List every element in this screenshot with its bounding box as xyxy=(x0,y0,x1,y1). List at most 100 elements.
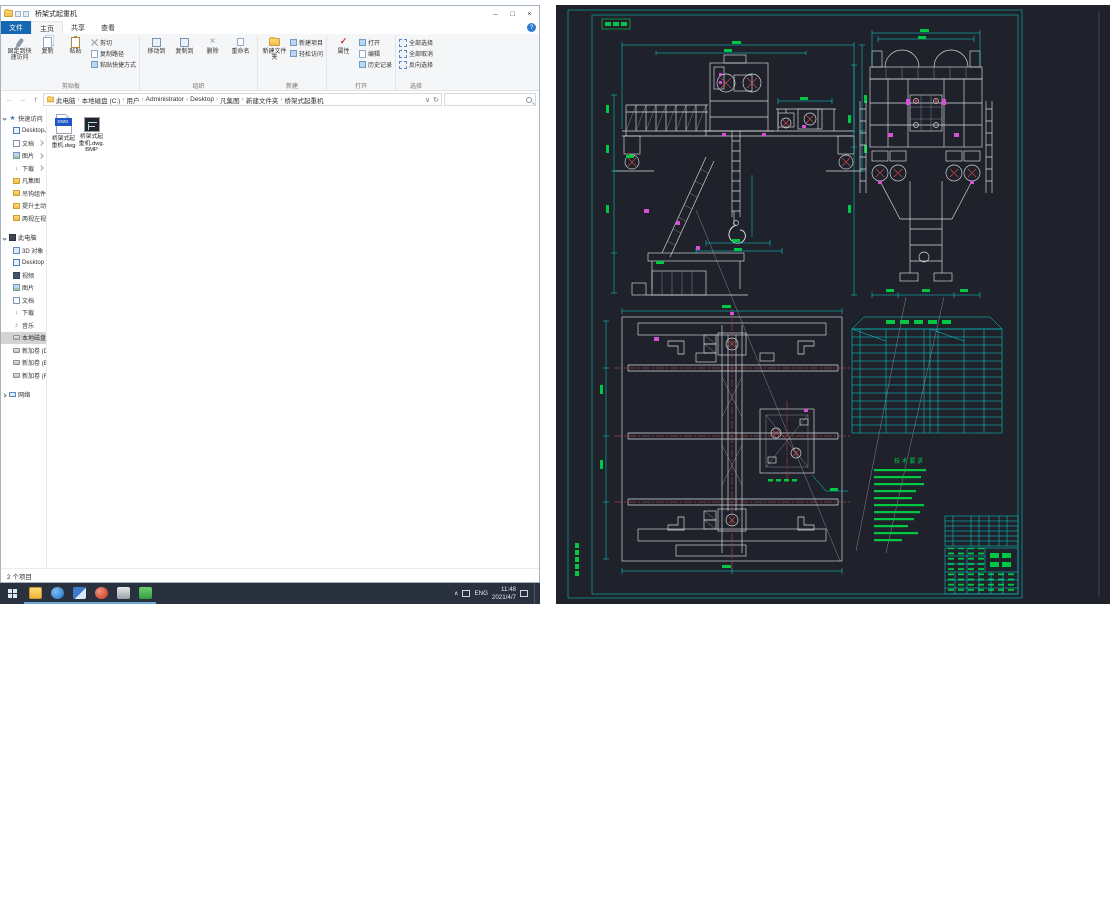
group-label-select: 选择 xyxy=(410,84,423,90)
sidebar-item-desktop[interactable]: Desktop xyxy=(1,125,46,138)
sidebar-item-desktop[interactable]: Desktop xyxy=(1,257,46,270)
delete-button[interactable]: × 删除 xyxy=(199,35,226,55)
chevron-down-icon[interactable] xyxy=(2,235,7,241)
disk-icon xyxy=(13,360,20,366)
group-label-clipboard: 剪贴板 xyxy=(62,84,81,90)
breadcrumb[interactable]: 此电脑 › 本地磁盘 (C:) › 用户 › Administrator › D… xyxy=(43,93,442,106)
help-icon[interactable]: ? xyxy=(527,23,536,32)
sidebar-item-folder[interactable]: 提升主动模图 xyxy=(1,200,46,213)
breadcrumb-item[interactable]: 桥架式起重机 xyxy=(284,95,325,105)
forward-button[interactable]: → xyxy=(17,94,28,105)
new-item-button[interactable]: 新建项目 xyxy=(289,37,323,48)
dimension-text xyxy=(606,41,867,264)
select-none-button[interactable]: 全部取消 xyxy=(399,48,433,59)
sidebar-item-pictures[interactable]: 图片 xyxy=(1,282,46,295)
tab-home[interactable]: 主页 xyxy=(31,21,63,34)
show-desktop-button[interactable] xyxy=(534,583,537,604)
desktop-icon xyxy=(13,127,20,135)
taskbar-app-5[interactable] xyxy=(134,583,156,604)
taskbar-app-file-explorer[interactable] xyxy=(24,583,46,604)
disk-icon xyxy=(13,347,20,353)
title-block xyxy=(944,547,1019,595)
taskbar-app-3[interactable] xyxy=(90,583,112,604)
clock[interactable]: 11:48 2021/4/7 xyxy=(492,586,516,602)
pin-to-quick-access-button[interactable]: 固定到快速访问 xyxy=(6,35,33,62)
chevron-down-icon[interactable] xyxy=(2,116,7,121)
quick-access-toolbar[interactable] xyxy=(2,9,31,17)
qat-customize-icon[interactable] xyxy=(23,10,29,17)
taskbar-app-1[interactable] xyxy=(46,583,68,604)
sidebar-item-downloads[interactable]: ↓ 下载 xyxy=(1,307,46,320)
file-item-bmp[interactable]: 桥架式起重机.dwg.BMP xyxy=(78,114,105,154)
search-input[interactable] xyxy=(444,93,536,106)
sidebar-this-pc[interactable]: 此电脑 xyxy=(1,232,46,245)
sidebar-network[interactable]: 网络 xyxy=(1,389,46,402)
sidebar-quick-access[interactable]: ★ 快速访问 xyxy=(1,112,46,125)
sidebar-item-volume-d[interactable]: 新加卷 (D:) xyxy=(1,344,46,357)
system-tray: ∧ ENG 11:48 2021/4/7 xyxy=(454,583,540,604)
sidebar-item-3d-objects[interactable]: 3D 对象 xyxy=(1,244,46,257)
rename-button[interactable]: 重命名 xyxy=(227,35,254,55)
chevron-right-icon[interactable] xyxy=(2,392,7,398)
maximize-button[interactable]: □ xyxy=(504,7,521,20)
sidebar-item-volume-e[interactable]: 新加卷 (E:) xyxy=(1,357,46,370)
breadcrumb-item[interactable]: 此电脑 xyxy=(55,95,77,105)
section-marks xyxy=(654,312,808,412)
sidebar-item-pictures[interactable]: 图片 xyxy=(1,150,46,163)
touch-keyboard-icon[interactable] xyxy=(462,590,471,597)
breadcrumb-item[interactable]: 本地磁盘 (C:) xyxy=(81,95,122,105)
sidebar-item-local-disk-c[interactable]: 本地磁盘 (C:) xyxy=(1,331,46,344)
up-button[interactable]: ↑ xyxy=(30,94,41,105)
action-center-icon[interactable] xyxy=(520,590,528,597)
start-button[interactable] xyxy=(0,583,24,604)
select-all-button[interactable]: 全部选择 xyxy=(399,37,433,48)
sidebar-item-videos[interactable]: 视频 xyxy=(1,269,46,282)
breadcrumb-item[interactable]: 新建文件夹 xyxy=(245,95,280,105)
taskbar-app-2[interactable] xyxy=(68,583,90,604)
history-button[interactable]: 历史记录 xyxy=(358,59,392,70)
cut-button[interactable]: 剪切 xyxy=(90,37,136,48)
sidebar-item-folder[interactable]: 吊钩组件图 xyxy=(1,187,46,200)
new-folder-button[interactable]: 新建文件夹 xyxy=(261,35,288,62)
sidebar-item-volume-f[interactable]: 新加卷 (F:) xyxy=(1,369,46,382)
move-to-button[interactable]: 移动到 xyxy=(143,35,170,55)
breadcrumb-item[interactable]: 用户 xyxy=(125,95,140,105)
back-button[interactable]: ← xyxy=(4,94,15,105)
easy-access-button[interactable]: 轻松访问 xyxy=(289,48,323,59)
sidebar-item-documents[interactable]: 文档 xyxy=(1,294,46,307)
properties-button[interactable]: ✓ 属性 xyxy=(330,35,357,55)
breadcrumb-item[interactable]: Administrator xyxy=(145,96,185,103)
sidebar-item-music[interactable]: ♪ 音乐 xyxy=(1,319,46,332)
ribbon-group-open: ✓ 属性 打开 编辑 历史记录 打开 xyxy=(327,35,397,90)
breadcrumb-item[interactable]: 凡集图 xyxy=(219,95,241,105)
projection-lines xyxy=(695,209,945,562)
taskbar: ∧ ENG 11:48 2021/4/7 xyxy=(0,583,540,604)
3d-objects-icon xyxy=(13,246,20,254)
sidebar-item-folder[interactable]: 两视左视图 xyxy=(1,212,46,225)
qat-button-icon[interactable] xyxy=(15,10,21,17)
file-item-dwg[interactable]: DWG 桥架式起重机.dwg xyxy=(50,114,77,149)
sidebar-item-folder[interactable]: 凡集图 xyxy=(1,175,46,188)
address-dropdown-icon[interactable]: ∨ xyxy=(425,96,430,104)
paste-shortcut-button[interactable]: 粘贴快捷方式 xyxy=(90,59,136,70)
open-button[interactable]: 打开 xyxy=(358,37,392,48)
edit-button[interactable]: 编辑 xyxy=(358,48,392,59)
tab-share[interactable]: 共享 xyxy=(63,21,93,34)
close-button[interactable]: × xyxy=(521,7,538,20)
paste-button[interactable]: 粘贴 xyxy=(62,35,89,55)
sidebar-item-documents[interactable]: 文档 xyxy=(1,137,46,150)
downloads-icon: ↓ xyxy=(14,309,19,317)
refresh-icon[interactable]: ↻ xyxy=(433,96,439,104)
copy-to-button[interactable]: 复制到 xyxy=(171,35,198,55)
invert-selection-button[interactable]: 反向选择 xyxy=(399,59,433,70)
sidebar-item-downloads[interactable]: ↓ 下载 xyxy=(1,162,46,175)
minimize-button[interactable]: – xyxy=(487,7,504,20)
tab-file[interactable]: 文件 xyxy=(1,21,31,34)
copy-path-button[interactable]: 复制路径 xyxy=(90,48,136,59)
input-language[interactable]: ENG xyxy=(474,590,487,597)
copy-button[interactable]: 复制 xyxy=(34,35,61,55)
tray-chevron-icon[interactable]: ∧ xyxy=(454,590,459,597)
taskbar-app-4[interactable] xyxy=(112,583,134,604)
tab-view[interactable]: 查看 xyxy=(93,21,123,34)
breadcrumb-item[interactable]: Desktop xyxy=(189,96,215,103)
